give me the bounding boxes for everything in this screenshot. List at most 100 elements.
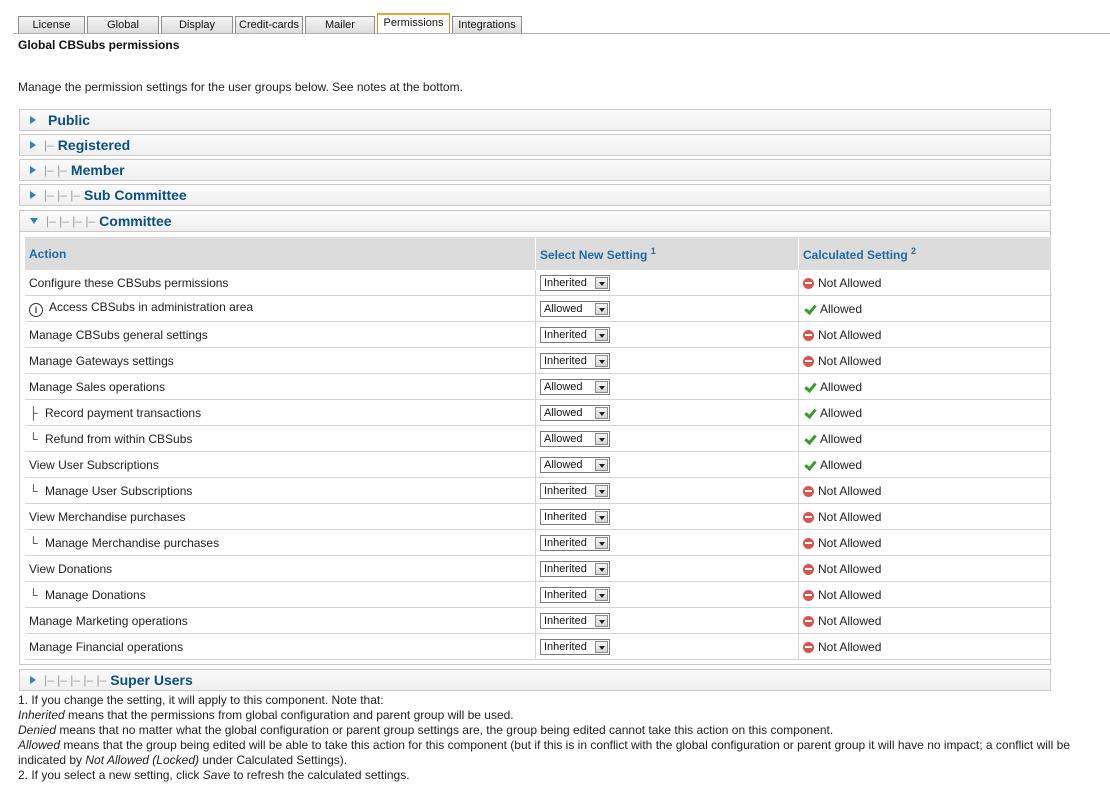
setting-select[interactable]: Inherited xyxy=(540,560,610,577)
tab-bar: License Global Display Credit-cards Mailer Pe… xyxy=(18,13,524,33)
calculated-cell: Allowed xyxy=(798,373,1052,400)
setting-select[interactable]: Allowed xyxy=(540,378,610,395)
table-row: Manage Financial operations Inherited Not … xyxy=(25,633,1052,660)
setting-select[interactable]: Inherited xyxy=(540,482,610,499)
not-allowed-icon xyxy=(803,511,814,523)
group-sub-committee-header[interactable]: |– |– |– Sub Committee xyxy=(19,184,1051,206)
tree-connector: └ xyxy=(29,535,38,550)
setting-select[interactable]: Inherited xyxy=(540,326,610,343)
note-1: 1. If you change the setting, it will ap… xyxy=(18,693,384,707)
tab-global[interactable]: Global xyxy=(87,16,159,33)
select-cell: Inherited xyxy=(535,581,799,608)
setting-select[interactable]: Inherited xyxy=(540,612,610,629)
checkmark-icon xyxy=(803,304,816,315)
checkmark-icon xyxy=(803,434,816,445)
calculated-cell: Not Allowed xyxy=(798,555,1052,582)
setting-select[interactable]: Allowed xyxy=(540,430,610,447)
not-allowed-icon xyxy=(803,589,814,601)
action-cell: Manage Gateways settings xyxy=(25,347,536,374)
group-registered-header[interactable]: |– Registered xyxy=(19,134,1051,156)
dropdown-arrow-icon xyxy=(595,302,608,315)
expand-triangle-icon xyxy=(30,116,36,124)
setting-select-value: Inherited xyxy=(544,354,587,367)
table-row: Manage CBSubs general settings Inherited N… xyxy=(25,321,1052,348)
group-tree-prefix: |– |– |– |– |– xyxy=(44,673,107,687)
calculated-setting: Allowed xyxy=(820,431,863,446)
group-tree-prefix: |– |– |– |– xyxy=(46,214,96,228)
setting-select[interactable]: Inherited xyxy=(540,534,610,551)
action-cell: i Access CBSubs in administration area xyxy=(25,295,536,322)
expand-triangle-icon xyxy=(30,166,36,174)
tab-permissions[interactable]: Permissions xyxy=(377,13,450,33)
action-cell: Manage Marketing operations xyxy=(25,607,536,634)
not-allowed-icon xyxy=(803,355,814,367)
setting-select-value: Inherited xyxy=(544,614,587,627)
calculated-cell: Not Allowed xyxy=(798,607,1052,634)
tab-credit-cards[interactable]: Credit-cards xyxy=(235,16,303,33)
calculated-cell: Allowed xyxy=(798,451,1052,478)
dropdown-arrow-icon xyxy=(595,536,608,549)
setting-select-value: Inherited xyxy=(544,510,587,523)
select-cell: Inherited xyxy=(535,607,799,634)
calculated-cell: Not Allowed xyxy=(798,503,1052,530)
calculated-setting: Not Allowed xyxy=(818,613,882,628)
calculated-cell: Not Allowed xyxy=(798,347,1052,374)
action-label: View Merchandise purchases xyxy=(29,509,186,524)
table-row: Manage Marketing operations Inherited Not … xyxy=(25,607,1052,634)
intro-text: Manage the permission settings for the u… xyxy=(18,80,463,94)
dropdown-arrow-icon xyxy=(595,484,608,497)
action-label: Manage Marketing operations xyxy=(29,613,188,628)
table-row: View Donations Inherited Not Allowed xyxy=(25,555,1052,582)
table-row: Manage Gateways settings Inherited Not All… xyxy=(25,347,1052,374)
setting-select-value: Allowed xyxy=(544,432,583,445)
not-allowed-icon xyxy=(803,641,814,653)
group-public-header[interactable]: Public xyxy=(19,109,1051,131)
table-row: └ Manage User Subscriptions Inherited Not A… xyxy=(25,477,1052,504)
not-allowed-icon xyxy=(803,537,814,549)
setting-select-value: Inherited xyxy=(544,562,587,575)
info-icon[interactable]: i xyxy=(29,303,43,317)
calculated-setting: Not Allowed xyxy=(818,327,882,342)
action-label: View Donations xyxy=(29,561,113,576)
tab-mailer[interactable]: Mailer xyxy=(305,16,375,33)
calculated-setting: Not Allowed xyxy=(818,561,882,576)
tree-connector: └ xyxy=(29,431,38,446)
column-header-calculated: Calculated Setting 2 xyxy=(798,237,1052,270)
select-cell: Inherited xyxy=(535,555,799,582)
action-cell: View Merchandise purchases xyxy=(25,503,536,530)
select-cell: Inherited xyxy=(535,477,799,504)
setting-select[interactable]: Inherited xyxy=(540,638,610,655)
setting-select[interactable]: Inherited xyxy=(540,508,610,525)
group-committee-header[interactable]: |– |– |– |– Committee xyxy=(19,210,1051,232)
setting-select[interactable]: Inherited xyxy=(540,586,610,603)
setting-select-value: Allowed xyxy=(544,406,583,419)
page-title: Global CBSubs permissions xyxy=(18,38,180,52)
calculated-setting: Allowed xyxy=(820,301,863,316)
action-cell: Manage Financial operations xyxy=(25,633,536,660)
setting-select[interactable]: Inherited xyxy=(540,274,610,291)
group-super-users-header[interactable]: |– |– |– |– |– Super Users xyxy=(19,669,1051,691)
setting-select[interactable]: Inherited xyxy=(540,352,610,369)
tab-integrations[interactable]: Integrations xyxy=(452,16,522,33)
calculated-cell: Not Allowed xyxy=(798,633,1052,660)
select-cell: Allowed xyxy=(535,295,799,322)
setting-select[interactable]: Allowed xyxy=(540,456,610,473)
expand-triangle-icon xyxy=(30,141,36,149)
group-name: Committee xyxy=(99,213,172,229)
setting-select-value: Inherited xyxy=(544,276,587,289)
tree-connector: └ xyxy=(29,587,38,602)
action-cell: └ Manage User Subscriptions xyxy=(25,477,536,504)
checkmark-icon xyxy=(803,408,816,419)
tree-connector: ├ xyxy=(29,405,38,420)
action-label: Manage User Subscriptions xyxy=(45,483,193,498)
setting-select[interactable]: Allowed xyxy=(540,404,610,421)
group-member-header[interactable]: |– |– Member xyxy=(19,159,1051,181)
select-cell: Allowed xyxy=(535,451,799,478)
select-cell: Inherited xyxy=(535,633,799,660)
expand-triangle-icon xyxy=(30,676,36,684)
setting-select[interactable]: Allowed xyxy=(540,300,610,317)
action-label: Manage Merchandise purchases xyxy=(45,535,220,550)
tab-license[interactable]: License xyxy=(18,16,85,33)
group-tree-prefix: |– |– |– xyxy=(44,188,81,202)
tab-display[interactable]: Display xyxy=(161,16,233,33)
